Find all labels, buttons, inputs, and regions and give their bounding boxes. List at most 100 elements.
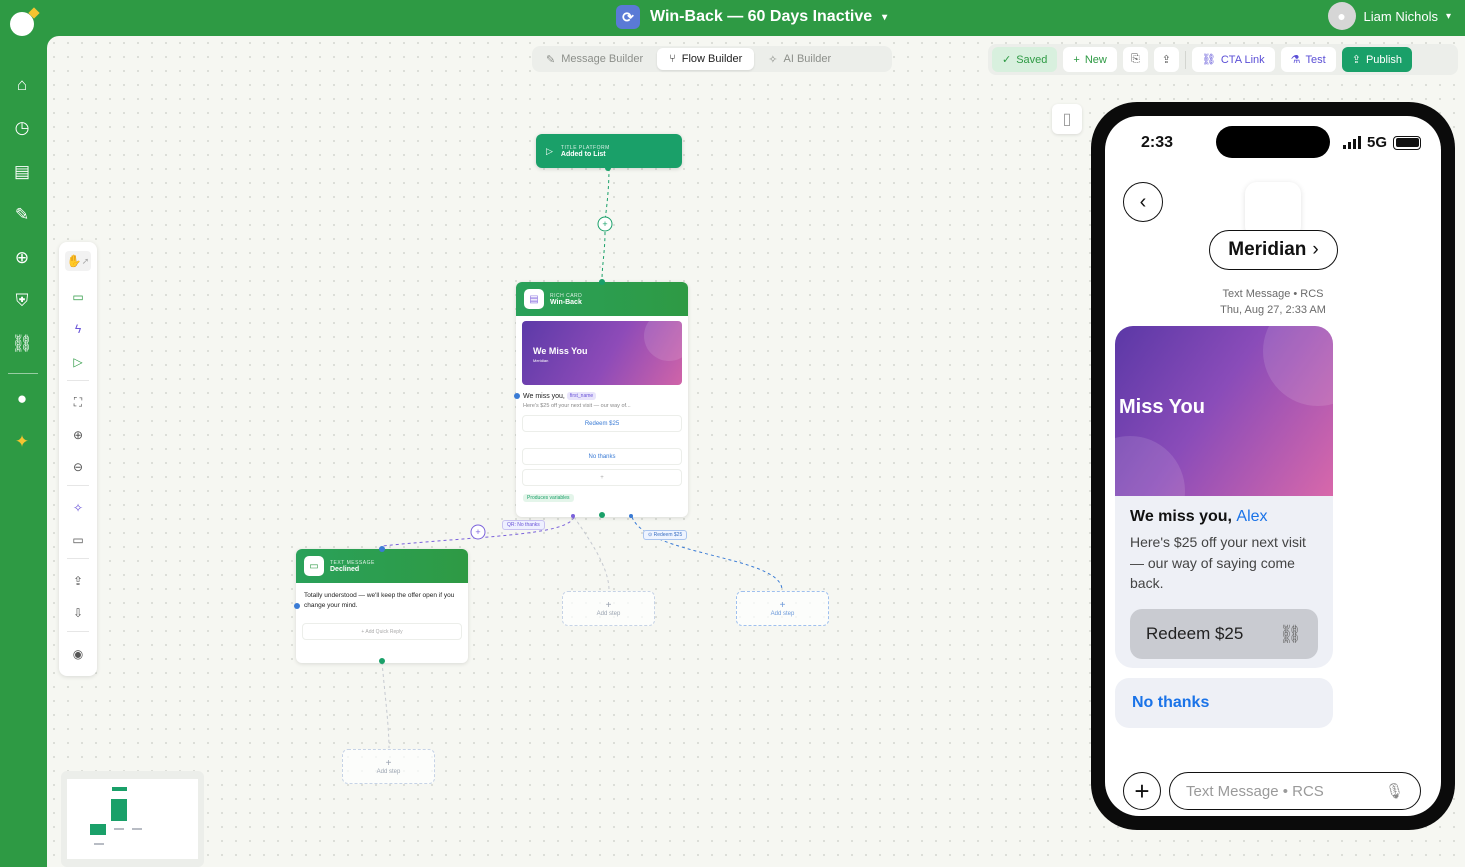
user-menu[interactable]: ● Liam Nichols ▾ <box>1327 2 1451 30</box>
quick-reply-no-thanks[interactable]: No thanks <box>1115 678 1333 728</box>
brand-name-button[interactable]: Meridian › <box>1209 230 1338 270</box>
home-icon[interactable]: ⌂ <box>11 74 33 96</box>
new-button[interactable]: + New <box>1063 47 1117 72</box>
node-type: TITLE PLATFORM <box>560 144 610 151</box>
edge-label-redeem[interactable]: ⊙ Redeem $25 <box>643 530 688 540</box>
test-label: Test <box>1305 53 1326 66</box>
minimap-node <box>90 824 106 835</box>
tab-message-builder[interactable]: ✎ Message Builder <box>534 48 655 70</box>
export-icon[interactable]: ⇪ <box>68 571 88 591</box>
minimap-viewport <box>67 779 198 859</box>
image-title: We Miss You <box>533 346 588 356</box>
upload-icon: ⇪ <box>1161 54 1171 66</box>
flow-title-dropdown[interactable]: ⟳ Win-Back — 60 Days Inactive ▾ <box>616 4 887 30</box>
card-title: We miss you, Alex <box>1115 496 1333 526</box>
phone-icon: ▯ <box>1062 111 1072 128</box>
trigger-node[interactable]: ▷ TITLE PLATFORM Added to List <box>536 134 682 168</box>
message-meta: Text Message • RCS Thu, Aug 27, 2:33 AM <box>1105 286 1441 318</box>
connector-handle[interactable] <box>599 512 605 518</box>
add-step-label: Add step <box>376 768 401 775</box>
add-quick-reply-button[interactable]: + Add Quick Reply <box>302 623 462 640</box>
connector-handle[interactable] <box>605 165 611 171</box>
connector-handle[interactable] <box>379 658 385 664</box>
no-thanks-button[interactable]: No thanks <box>522 448 682 465</box>
plus-icon: + <box>1134 775 1150 806</box>
message-text: We miss you, <box>523 392 565 400</box>
add-attachment-button[interactable]: + <box>1123 772 1161 810</box>
redeem-button[interactable]: Redeem $25 <box>522 415 682 432</box>
phone-preview: 2:33 5G ‹ Meridian › Text Message • RCS … <box>1091 102 1455 830</box>
link-icon[interactable]: ⛓ <box>11 333 33 355</box>
edit-icon[interactable]: ✎ <box>11 204 33 226</box>
connector-handle[interactable] <box>514 393 520 399</box>
tab-flow-builder[interactable]: ⑂ Flow Builder <box>657 48 755 70</box>
comment-icon[interactable]: ▭ <box>68 530 88 550</box>
minimap-node <box>112 787 127 791</box>
zoom-in-icon[interactable]: ⊕ <box>68 425 88 445</box>
publish-button[interactable]: ⇪ Publish <box>1341 47 1413 72</box>
minimap-node <box>114 828 124 830</box>
import-icon: ⎘ <box>1130 53 1140 65</box>
cta-link-button[interactable]: ⛓ CTA Link <box>1191 47 1275 72</box>
tab-ai-builder[interactable]: ✧ AI Builder <box>756 48 843 70</box>
redeem-button[interactable]: Redeem $25 ⛓ <box>1130 609 1318 659</box>
connector-handle[interactable] <box>599 279 605 285</box>
shield-icon[interactable]: ⛨ <box>11 290 33 312</box>
add-message-icon[interactable]: ▭ <box>68 287 88 307</box>
card-name: Alex <box>1236 508 1268 525</box>
edge-label-no-thanks[interactable]: QR: No thanks <box>502 520 545 530</box>
svg-text:+: + <box>475 527 480 537</box>
chat-icon[interactable]: ● <box>11 388 33 410</box>
connector-handle[interactable] <box>294 603 300 609</box>
share-button[interactable]: ⇪ <box>1153 47 1179 72</box>
flow-canvas[interactable]: ✎ Message Builder ⑂ Flow Builder ✧ AI Bu… <box>47 36 1465 867</box>
fit-view-icon[interactable]: ⛶ <box>68 392 88 412</box>
flow-title: Win-Back — 60 Days Inactive <box>650 8 873 25</box>
zoom-out-icon[interactable]: ⊖ <box>68 457 88 477</box>
ai-sparkle-icon[interactable]: ✧ <box>68 498 88 518</box>
top-bar: ⟳ Win-Back — 60 Days Inactive ▾ ● Liam N… <box>0 0 1465 36</box>
add-button[interactable]: + <box>522 469 682 486</box>
tab-label: Flow Builder <box>681 53 743 65</box>
device-preview-toggle[interactable]: ▯ <box>1052 104 1082 134</box>
play-icon[interactable]: ▷ <box>68 352 88 372</box>
eye-icon[interactable]: ◉ <box>68 644 88 664</box>
saved-status-button[interactable]: ✓ Saved <box>992 47 1058 72</box>
sparkle-icon[interactable]: ✦ <box>11 431 33 453</box>
add-step-placeholder[interactable]: + Add step <box>342 749 435 784</box>
divider <box>67 485 89 486</box>
link-icon: ⛓ <box>1279 623 1302 644</box>
minimap[interactable] <box>61 771 204 867</box>
signal-icon <box>1342 136 1361 149</box>
test-button[interactable]: ⚗ Test <box>1280 47 1336 72</box>
connector-handle[interactable] <box>379 546 385 552</box>
back-button[interactable]: ‹ <box>1123 182 1163 222</box>
chevron-down-icon: ▾ <box>1445 10 1451 22</box>
connector-handle[interactable] <box>629 514 633 518</box>
hand-pointer-toggle[interactable]: ✋ ➚ <box>65 251 91 271</box>
text-message-body: Totally understood — we'll keep the offe… <box>304 592 455 609</box>
download-icon[interactable]: ⇩ <box>68 603 88 623</box>
status-time: 2:33 <box>1141 134 1174 151</box>
document-icon[interactable]: ▤ <box>11 161 33 183</box>
lightning-icon[interactable]: ϟ <box>68 319 88 339</box>
clock-icon[interactable]: ◷ <box>11 117 33 139</box>
plus-icon: + <box>605 599 612 611</box>
add-step-placeholder[interactable]: + Add step <box>562 591 655 626</box>
play-icon: ▷ <box>546 145 553 156</box>
rich-card-image: We Miss You Meridian <box>522 321 682 385</box>
import-button[interactable]: ⎘ <box>1122 47 1148 72</box>
divider <box>67 558 89 559</box>
add-step-placeholder[interactable]: + Add step <box>736 591 829 626</box>
text-message-node[interactable]: ▭ TEXT MESSAGE Declined Totally understo… <box>296 549 468 663</box>
phone-screen: 2:33 5G ‹ Meridian › Text Message • RCS … <box>1105 116 1441 816</box>
compose-field[interactable]: Text Message • RCS 🎙 <box>1169 772 1421 810</box>
divider <box>1184 50 1186 69</box>
rich-card-node[interactable]: ▤ RICH CARD Win-Back We Miss You Meridia… <box>516 282 688 517</box>
cta-link-label: CTA Link <box>1220 53 1265 66</box>
globe-icon[interactable]: ⊕ <box>11 247 33 269</box>
app-logo[interactable] <box>10 12 34 36</box>
connector-handle[interactable] <box>571 514 575 518</box>
rich-card-image: Miss You <box>1115 326 1333 496</box>
link-icon: ⊙ <box>648 532 653 538</box>
